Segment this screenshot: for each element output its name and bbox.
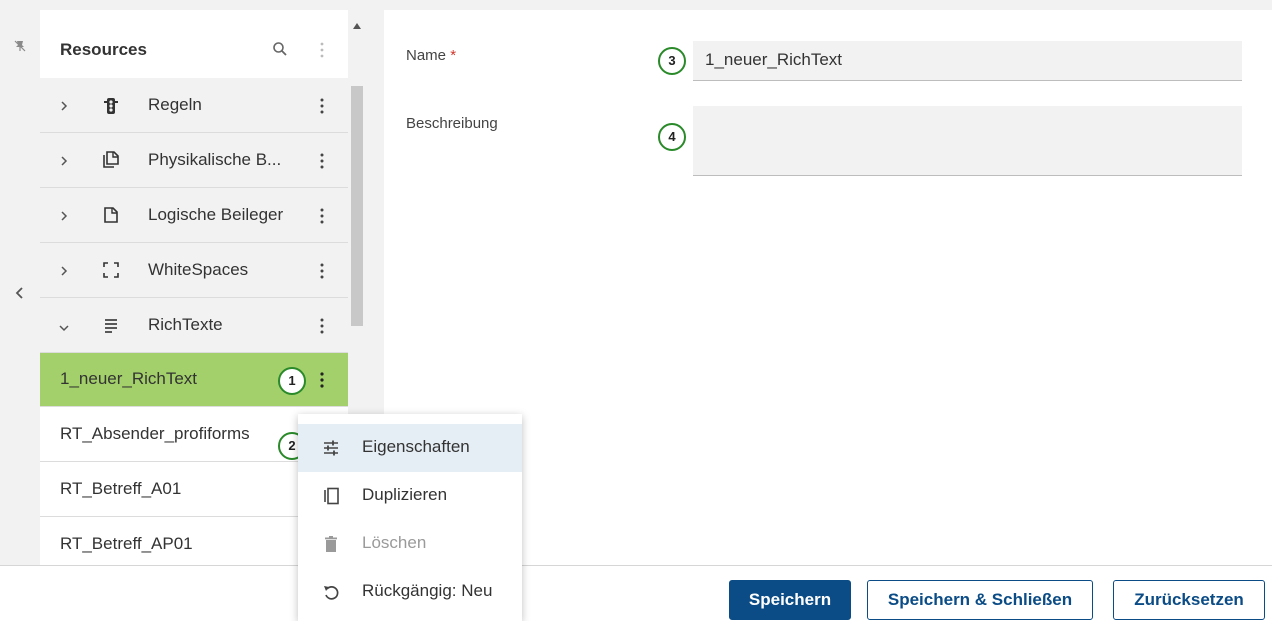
trash-icon — [325, 536, 337, 552]
callout-badge-4: 4 — [658, 123, 686, 151]
tree-group-label: Physikalische B... — [148, 150, 282, 169]
name-field-value: 1_neuer_RichText — [705, 50, 843, 69]
tune-sliders-icon — [324, 440, 338, 456]
tree-item-label: 1_neuer_RichText — [60, 369, 198, 388]
menu-item-label: Duplizieren — [362, 485, 448, 504]
chevron-down-icon[interactable] — [58, 322, 70, 334]
tree-title: Resources — [60, 40, 147, 59]
tree-group-label: Logische Beileger — [148, 205, 284, 224]
chevron-left-icon[interactable] — [14, 286, 26, 300]
footer-divider — [0, 565, 1272, 566]
menu-item-label: Eigenschaften — [362, 437, 470, 456]
traffic-light-icon — [104, 98, 118, 114]
callout-badge-3: 3 — [658, 47, 686, 75]
tree-group-label: RichTexte — [148, 315, 223, 334]
reset-button[interactable]: Zurücksetzen — [1113, 580, 1265, 620]
tree-group-label: WhiteSpaces — [148, 260, 249, 279]
chevron-right-icon[interactable] — [58, 100, 70, 112]
menu-item-loeschen[interactable]: Löschen — [298, 520, 522, 568]
tree-group-richtexte[interactable]: RichTexte — [40, 298, 348, 353]
scroll-up-arrow-icon[interactable] — [352, 22, 362, 30]
tree-item-label: RT_Betreff_A01 — [60, 479, 182, 498]
tree-item-label: RT_Absender_profiforms — [60, 424, 250, 443]
required-mark: * — [450, 47, 457, 64]
description-field[interactable] — [693, 106, 1242, 176]
more-vert-icon[interactable] — [316, 151, 328, 171]
callout-badge-1: 1 — [278, 367, 306, 395]
chevron-right-icon[interactable] — [58, 155, 70, 167]
menu-item-duplizieren[interactable]: Duplizieren — [298, 472, 522, 520]
more-vert-icon[interactable] — [316, 206, 328, 226]
more-vert-icon[interactable] — [316, 96, 328, 116]
tree-group-label: Regeln — [148, 95, 202, 114]
side-strip — [0, 10, 40, 566]
more-vert-icon[interactable] — [316, 40, 328, 60]
search-icon[interactable] — [272, 41, 288, 57]
name-field[interactable]: 1_neuer_RichText — [693, 41, 1242, 81]
tree-group-logische[interactable]: Logische Beileger — [40, 188, 348, 243]
menu-item-label: Löschen — [362, 533, 427, 552]
tree-item-label: RT_Betreff_AP01 — [60, 534, 193, 553]
menu-item-eigenschaften[interactable]: Eigenschaften — [298, 424, 522, 472]
more-vert-icon[interactable] — [316, 370, 328, 390]
more-vert-icon[interactable] — [316, 316, 328, 336]
save-close-button[interactable]: Speichern & Schließen — [867, 580, 1093, 620]
tree-header: Resources — [40, 10, 348, 88]
chevron-right-icon[interactable] — [58, 265, 70, 277]
name-label: Name * — [406, 47, 456, 64]
name-label-text: Name — [406, 47, 447, 64]
top-band — [0, 0, 1272, 10]
text-lines-icon — [105, 319, 117, 333]
save-button[interactable]: Speichern — [729, 580, 851, 620]
scroll-thumb[interactable] — [351, 86, 363, 326]
tree-group-regeln[interactable]: Regeln — [40, 78, 348, 133]
chevron-right-icon[interactable] — [58, 210, 70, 222]
undo-icon — [324, 586, 339, 600]
pin-icon[interactable] — [14, 40, 26, 52]
menu-item-rueckgaengig[interactable]: Rückgängig: Neu — [298, 568, 522, 616]
description-label: Beschreibung — [406, 115, 498, 132]
tree-group-physikalische[interactable]: Physikalische B... — [40, 133, 348, 188]
document-icon — [104, 207, 118, 223]
tree-group-whitespaces[interactable]: WhiteSpaces — [40, 243, 348, 298]
pages-icon — [103, 151, 119, 168]
copy-icon — [324, 487, 339, 505]
frame-corners-icon — [103, 262, 119, 278]
context-menu: Eigenschaften Duplizieren Löschen Rückgä… — [298, 414, 522, 621]
more-vert-icon[interactable] — [316, 261, 328, 281]
menu-item-label: Rückgängig: Neu — [362, 581, 493, 600]
